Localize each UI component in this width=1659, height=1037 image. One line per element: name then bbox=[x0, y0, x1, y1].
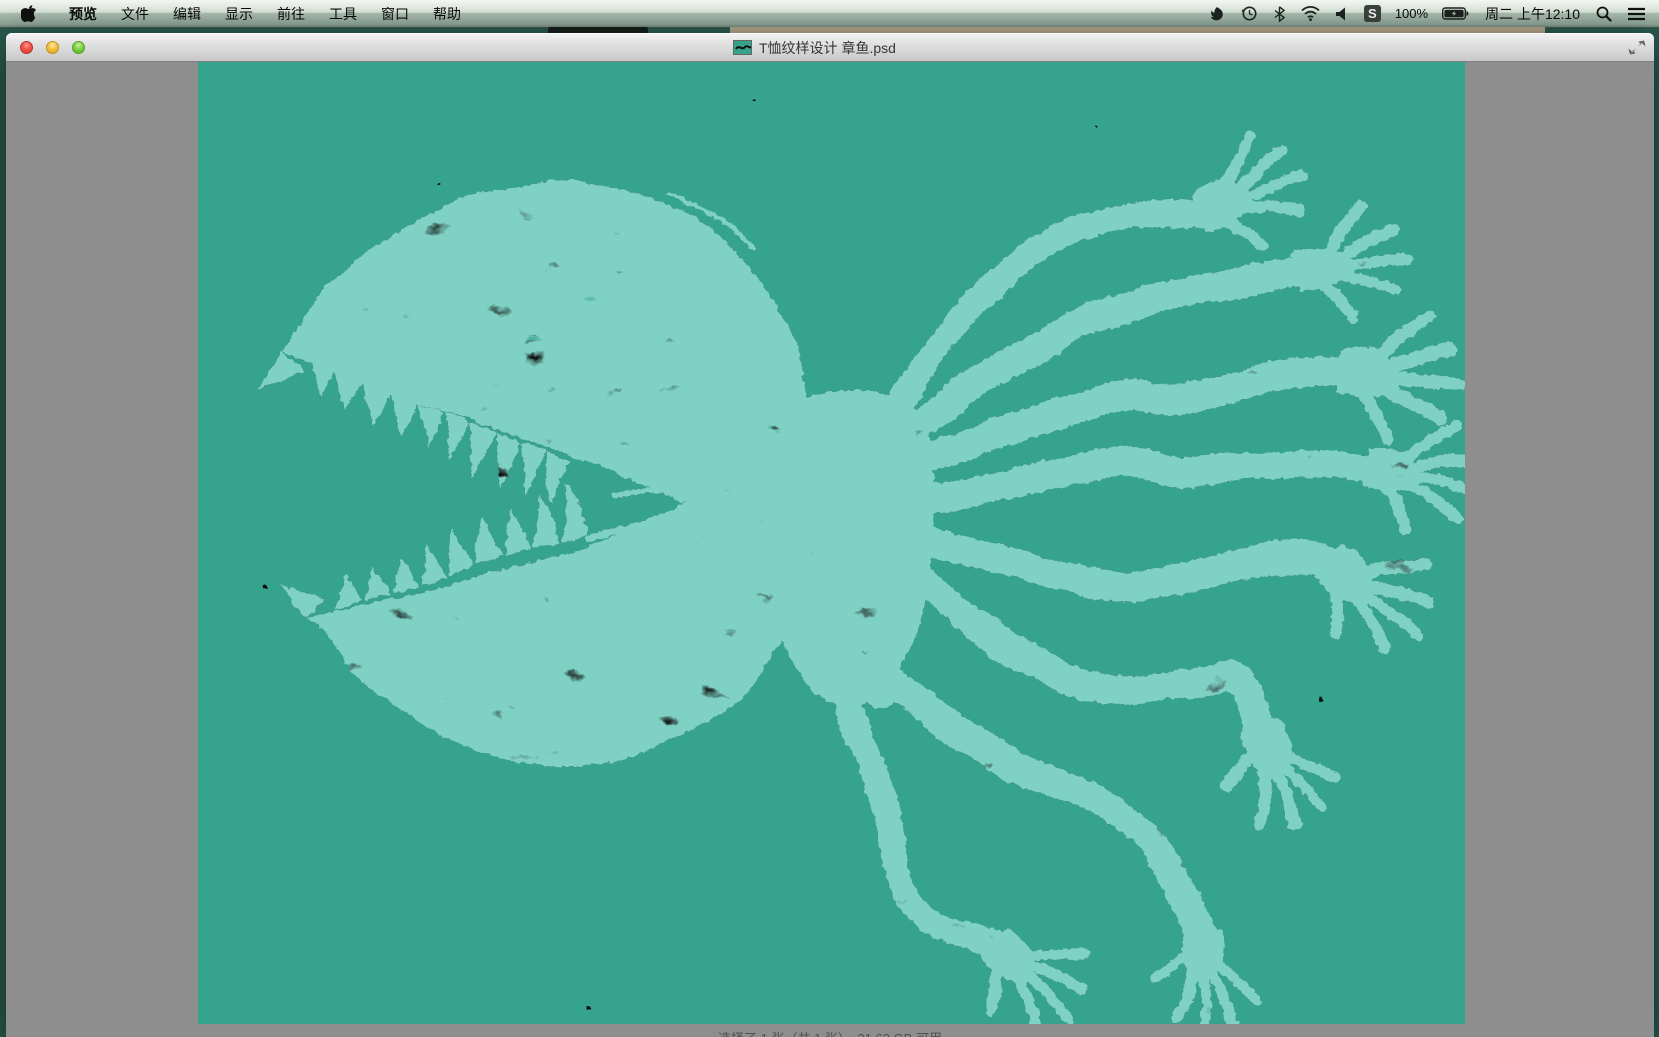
octopus-artwork: .ink { fill:#0e0e0e; } .arm { fill:none;… bbox=[198, 62, 1465, 1024]
close-button[interactable] bbox=[20, 41, 33, 54]
apple-menu[interactable] bbox=[21, 5, 36, 22]
zoom-button[interactable] bbox=[72, 41, 85, 54]
input-method-badge[interactable]: S bbox=[1364, 5, 1381, 22]
image-canvas[interactable]: .ink { fill:#0e0e0e; } .arm { fill:none;… bbox=[198, 62, 1465, 1024]
notification-center-icon[interactable] bbox=[1628, 7, 1645, 21]
menu-go[interactable]: 前往 bbox=[277, 4, 305, 24]
fullscreen-icon[interactable] bbox=[1628, 40, 1646, 55]
menu-edit[interactable]: 编辑 bbox=[173, 4, 201, 24]
bluetooth-icon[interactable] bbox=[1274, 6, 1285, 22]
menu-bar-menus: 预览 文件 编辑 显示 前往 工具 窗口 帮助 bbox=[0, 0, 473, 27]
preview-window: T恤纹样设计 章鱼.psd bbox=[6, 33, 1654, 1037]
wifi-icon[interactable] bbox=[1301, 6, 1320, 21]
time-machine-icon[interactable] bbox=[1241, 5, 1258, 22]
battery-percent: 100% bbox=[1395, 6, 1428, 21]
spotlight-icon[interactable] bbox=[1596, 6, 1612, 22]
status-bar-text: 选择了 1 张（共 1 张），31.62 GB 可用 bbox=[6, 1028, 1654, 1037]
apple-logo-icon bbox=[21, 5, 36, 22]
menu-tools[interactable]: 工具 bbox=[329, 4, 357, 24]
menu-bar-clock[interactable]: 周二 上午12:10 bbox=[1485, 4, 1580, 24]
menu-view[interactable]: 显示 bbox=[225, 4, 253, 24]
window-title-group: T恤纹样设计 章鱼.psd bbox=[733, 33, 896, 62]
menu-file[interactable]: 文件 bbox=[121, 4, 149, 24]
menu-bar-status: S 100% 周二 上午12:10 bbox=[1201, 0, 1659, 27]
battery-icon[interactable] bbox=[1442, 7, 1469, 20]
window-title-bar[interactable]: T恤纹样设计 章鱼.psd bbox=[6, 33, 1654, 62]
menu-app-name[interactable]: 预览 bbox=[69, 4, 97, 24]
document-proxy-icon[interactable] bbox=[733, 40, 752, 55]
volume-icon[interactable] bbox=[1336, 7, 1348, 21]
menu-window[interactable]: 窗口 bbox=[381, 4, 409, 24]
menu-bar: 预览 文件 编辑 显示 前往 工具 窗口 帮助 S 100% 周二 上午12:1 bbox=[0, 0, 1659, 28]
bird-icon[interactable] bbox=[1209, 6, 1225, 22]
window-content: .ink { fill:#0e0e0e; } .arm { fill:none;… bbox=[6, 62, 1654, 1037]
menu-help[interactable]: 帮助 bbox=[433, 4, 461, 24]
minimize-button[interactable] bbox=[46, 41, 59, 54]
window-title: T恤纹样设计 章鱼.psd bbox=[759, 38, 896, 58]
